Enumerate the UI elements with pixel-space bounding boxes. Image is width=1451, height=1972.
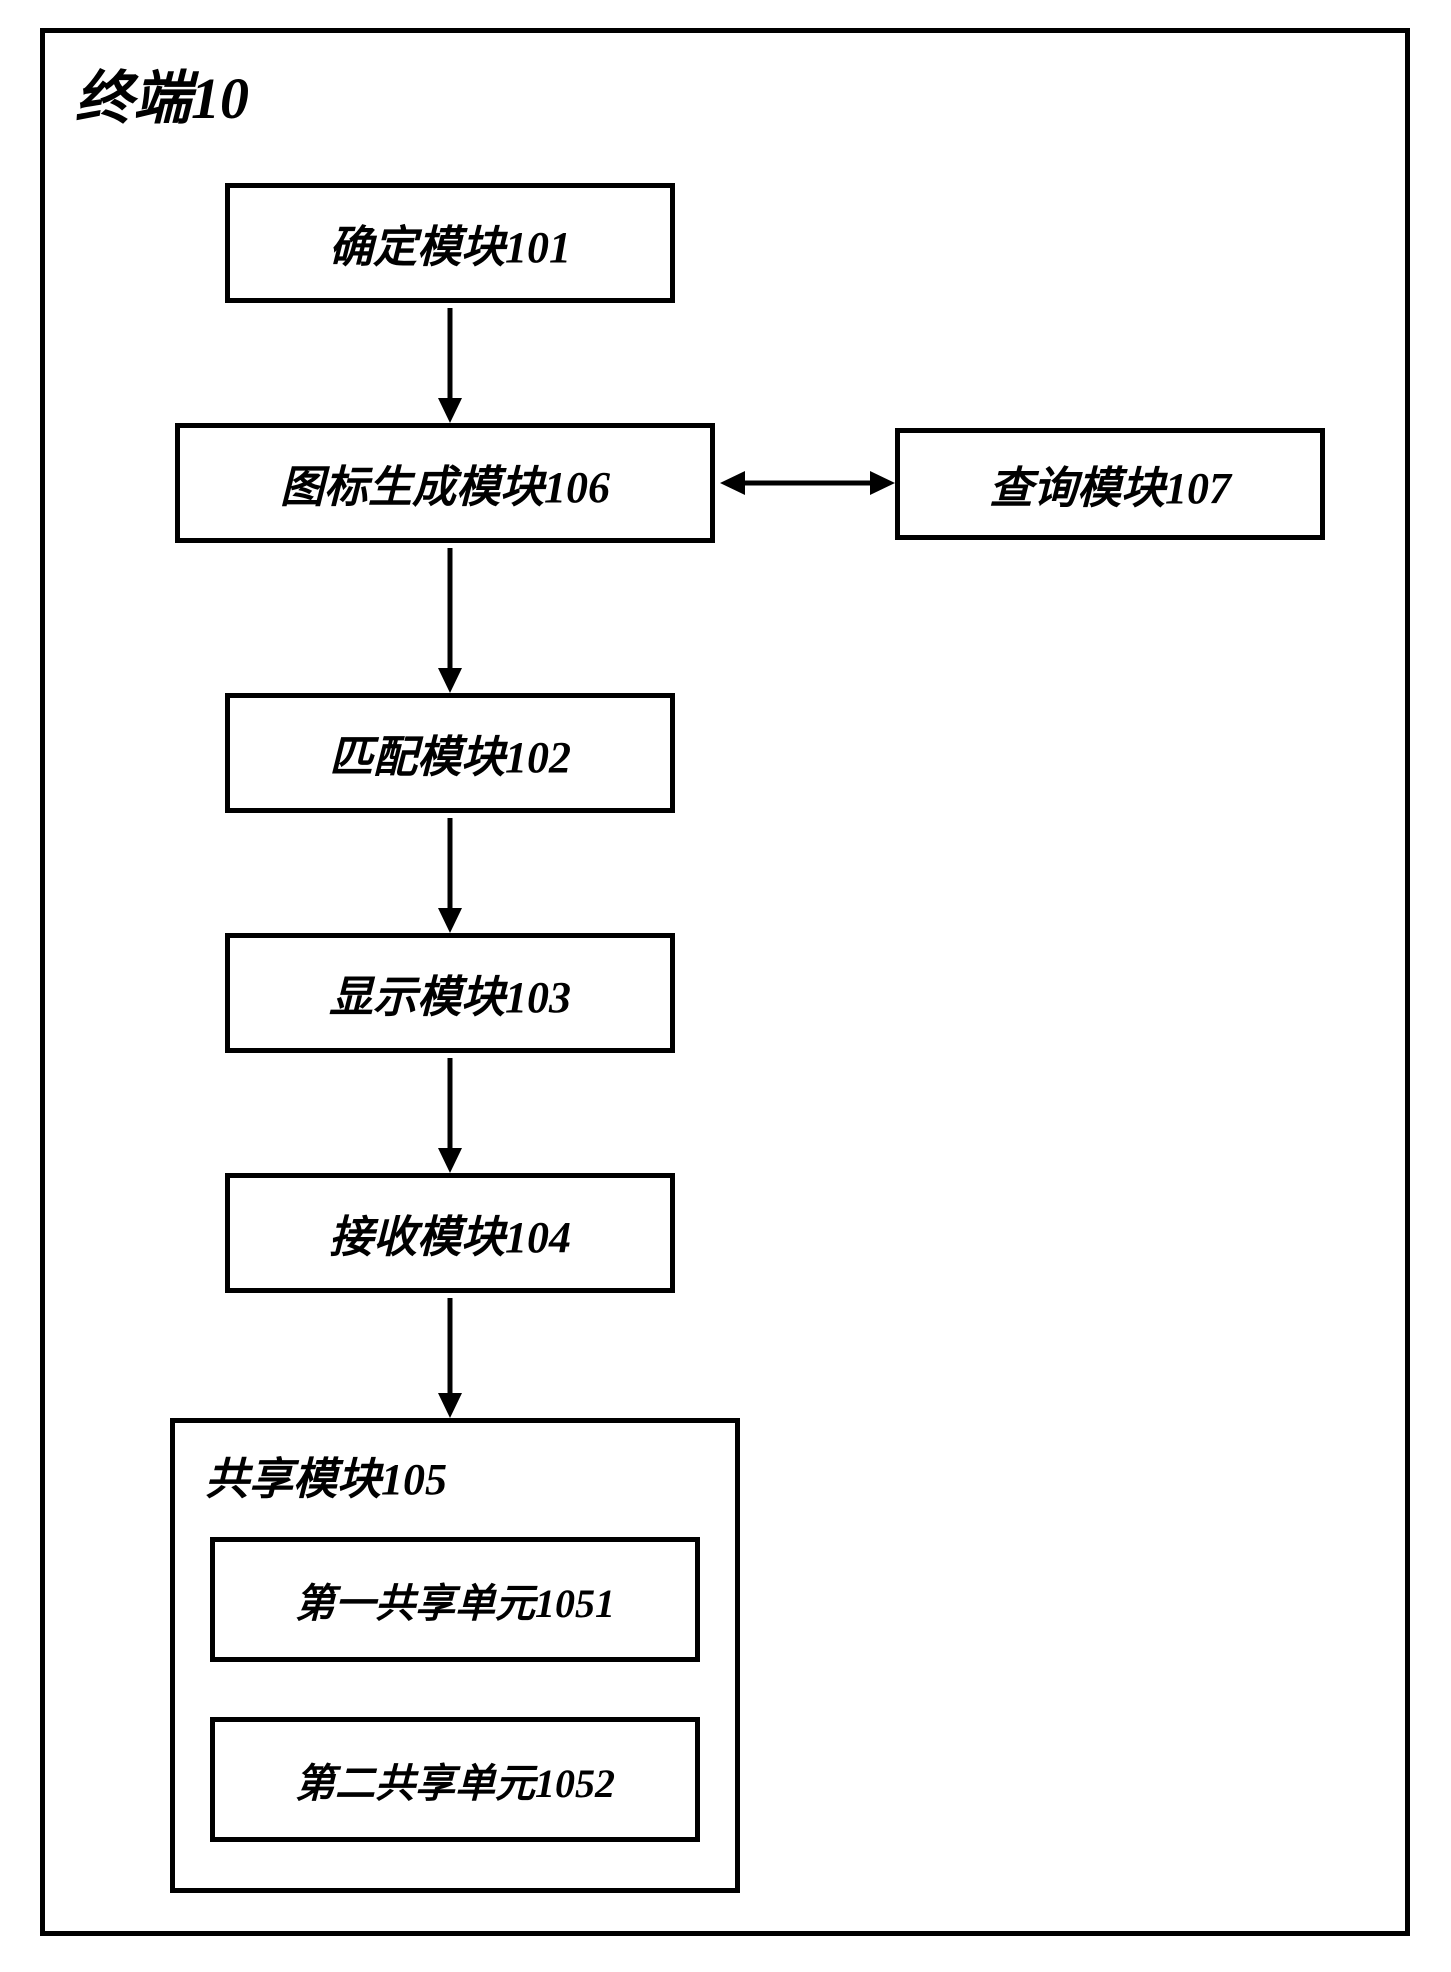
module-107-label: 查询模块107 xyxy=(989,452,1231,516)
submodule-1052-label: 第二共享单元1052 xyxy=(295,1751,615,1809)
module-103-display: 显示模块103 xyxy=(225,933,675,1053)
arrow-102-to-103 xyxy=(435,818,465,933)
submodule-1051-label: 第一共享单元1051 xyxy=(295,1571,615,1629)
module-107-query: 查询模块107 xyxy=(895,428,1325,540)
module-103-label: 显示模块103 xyxy=(329,961,571,1025)
submodule-1052-second-share: 第二共享单元1052 xyxy=(210,1717,700,1842)
arrow-106-107-bidirectional xyxy=(720,468,895,498)
module-102-label: 匹配模块102 xyxy=(329,721,571,785)
module-101-label: 确定模块101 xyxy=(329,211,571,275)
module-104-label: 接收模块104 xyxy=(329,1201,571,1265)
module-106-icon-generate: 图标生成模块106 xyxy=(175,423,715,543)
arrow-104-to-105 xyxy=(435,1298,465,1418)
arrow-106-to-102 xyxy=(435,548,465,693)
module-104-receive: 接收模块104 xyxy=(225,1173,675,1293)
arrow-103-to-104 xyxy=(435,1058,465,1173)
module-106-label: 图标生成模块106 xyxy=(280,451,610,515)
module-105-label: 共享模块105 xyxy=(205,1443,705,1507)
submodule-1051-first-share: 第一共享单元1051 xyxy=(210,1537,700,1662)
module-101-determine: 确定模块101 xyxy=(225,183,675,303)
arrow-101-to-106 xyxy=(435,308,465,423)
module-105-share: 共享模块105 第一共享单元1051 第二共享单元1052 xyxy=(170,1418,740,1893)
terminal-title: 终端10 xyxy=(75,51,249,135)
terminal-container: 终端10 确定模块101 图标生成模块106 查询模块107 匹配模块102 显… xyxy=(40,28,1410,1936)
module-102-match: 匹配模块102 xyxy=(225,693,675,813)
